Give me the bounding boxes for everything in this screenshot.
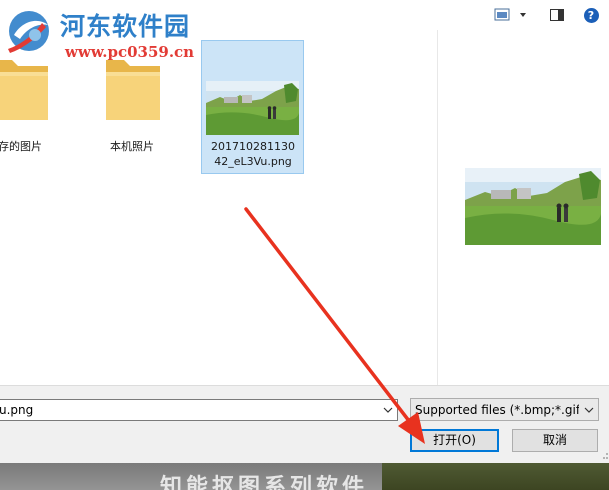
help-button[interactable]: ? (582, 6, 600, 24)
preview-image (465, 168, 601, 245)
filetype-select[interactable]: Supported files (*.bmp;*.gif;* (410, 398, 599, 421)
folder-label: 存的图片 (0, 140, 42, 153)
selected-image-file[interactable]: 20171028113042_eL3Vu.png (201, 40, 304, 174)
cancel-button[interactable]: 取消 (512, 429, 598, 452)
file-list-view[interactable]: 存的图片 本机照片 20171028113042_eL3Vu.png (0, 30, 436, 385)
preview-pane-icon (550, 9, 564, 21)
chevron-down-icon[interactable] (383, 404, 393, 416)
folder-icon (0, 60, 48, 120)
background-page-text: 知能抠图系列软件 (160, 474, 369, 490)
view-mode-button[interactable] (493, 6, 533, 24)
filename-input[interactable]: u.png (0, 403, 33, 417)
filetype-selected: Supported files (*.bmp;*.gif;* (415, 403, 579, 417)
help-icon: ? (583, 7, 599, 23)
image-thumbnail (206, 81, 299, 135)
open-button[interactable]: 打开(O) (410, 429, 499, 452)
resize-grip-icon[interactable] (601, 450, 609, 464)
file-open-dialog: 河东软件园 www.pc0359.cn ? 存的图片 本机照片 20171028… (0, 0, 609, 490)
background-page-image (382, 463, 609, 490)
image-file-label: 20171028113042_eL3Vu.png (211, 140, 295, 168)
dialog-footer: u.png Supported files (*.bmp;*.gif;* 打开(… (0, 385, 609, 464)
chevron-down-icon[interactable] (584, 404, 594, 416)
filename-combobox[interactable]: u.png (0, 399, 398, 421)
background-page-left: 知能抠图系列软件 (0, 463, 382, 490)
folder-item[interactable]: 存的图片 (0, 40, 70, 160)
folder-icon (106, 60, 160, 120)
preview-pane-button[interactable] (548, 6, 566, 24)
background-page: 知能抠图系列软件 (0, 463, 609, 490)
folder-item[interactable]: 本机照片 (82, 40, 182, 160)
view-mode-icon (494, 8, 526, 21)
folder-label: 本机照片 (110, 140, 154, 153)
